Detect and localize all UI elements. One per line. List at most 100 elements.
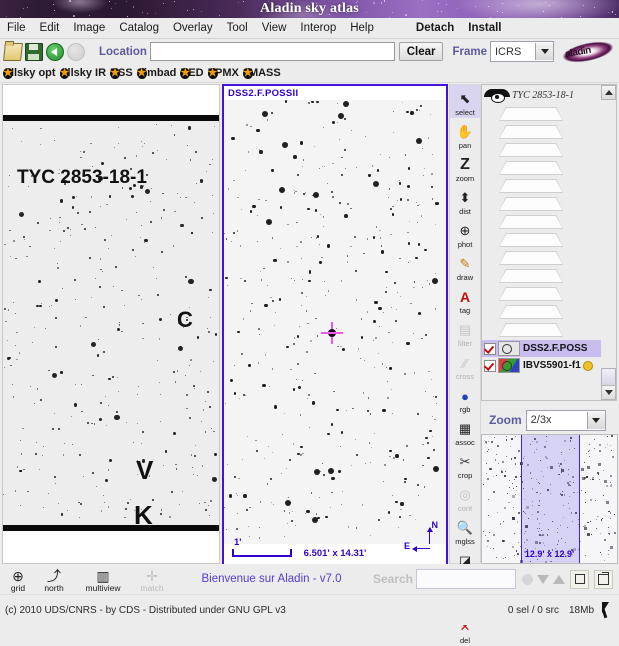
empty-plane-slot[interactable] [490,304,572,321]
layer-visibility-checkbox[interactable] [484,343,496,355]
sky-star [416,138,422,144]
bookmark-2mass[interactable]: ★2MASS [243,67,281,79]
tool-crop[interactable]: ✂crop [450,448,480,481]
sky-star [23,469,24,470]
sky-star [387,397,388,398]
tool-assoc[interactable]: ▦assoc [450,415,480,448]
sky-star [340,346,341,347]
menu-edit[interactable]: Edit [33,19,67,37]
bookmark-dss[interactable]: ★DSS [110,67,133,79]
stack-plane-header[interactable]: TYC 2853-18-1 [482,85,602,105]
sky-star [355,439,356,440]
layer-thumbnail[interactable] [498,358,520,373]
back-icon[interactable] [46,43,64,61]
external-window-button[interactable] [594,570,613,589]
tool-rgb[interactable]: ●rgb [450,382,480,415]
source-marker[interactable] [321,322,343,344]
bottom-button-multiview[interactable]: ▥multiview [72,565,134,593]
tool-draw[interactable]: ✎draw [450,250,480,283]
bookmark-allsky-ir[interactable]: ★Allsky IR [60,67,106,79]
star-icon: ★ [208,68,218,79]
sky-field-center[interactable] [224,100,446,544]
tool-select[interactable]: ⬉select [450,85,480,118]
empty-plane-slot[interactable] [490,250,572,267]
view-panel-left[interactable]: TYC 2853-18-1CVKN [2,84,220,564]
empty-plane-slot[interactable] [490,106,572,123]
bookmark-ppmx[interactable]: ★PPMX [208,67,239,79]
bookmark-allsky-opt[interactable]: ★Allsky opt [3,67,56,79]
tool-mglss[interactable]: 🔍mglss [450,514,480,547]
sky-star [323,474,325,476]
empty-plane-slot[interactable] [490,214,572,231]
forward-icon[interactable] [67,43,85,61]
menu-help[interactable]: Help [343,19,381,37]
sky-star [429,430,431,432]
empty-plane-slot[interactable] [490,268,572,285]
sky-star [20,505,21,506]
empty-plane-slot[interactable] [490,322,572,339]
layer-visibility-checkbox[interactable] [484,360,496,372]
menu-interop[interactable]: Interop [293,19,343,37]
chevron-down-icon[interactable] [587,412,605,429]
empty-plane-slot[interactable] [490,124,572,141]
eye-icon[interactable] [484,89,510,102]
clear-button[interactable]: Clear [399,42,444,61]
search-status-icon[interactable] [522,574,533,585]
bookmark-ned[interactable]: ★NED [180,67,203,79]
arrow-down-icon[interactable] [537,575,549,584]
restore-window-button[interactable] [570,570,589,589]
tool-dist[interactable]: ⬍dist [450,184,480,217]
open-folder-icon[interactable] [3,43,23,61]
bookmark-simbad[interactable]: ★Simbad [137,67,177,79]
zoom-preview-viewport[interactable] [521,435,580,563]
scroll-down-icon[interactable] [601,385,616,400]
scrollbar-thumb[interactable] [601,368,616,386]
menu-install[interactable]: Install [461,19,508,37]
menu-detach[interactable]: Detach [409,19,461,37]
menu-overlay[interactable]: Overlay [166,19,220,37]
view-panel-center[interactable]: DSS2.F.POSSII 1' 6.501' x 14.31' N E [222,84,448,566]
sky-star [193,385,195,387]
menu-catalog[interactable]: Catalog [112,19,166,37]
sky-star [310,340,311,341]
sky-star [422,444,423,445]
menu-tool[interactable]: Tool [220,19,255,37]
bottom-button-north[interactable]: ⤴north [36,565,72,593]
tool-tag[interactable]: Atag [450,283,480,316]
empty-plane-slot[interactable] [490,142,572,159]
zoom-select[interactable]: 2/3x [526,410,606,431]
sky-star [363,253,364,254]
sky-star [34,327,35,328]
empty-plane-slot[interactable] [490,286,572,303]
zoom-preview-panel[interactable]: 12.9' x 12.9' [481,434,618,564]
empty-plane-slot[interactable] [490,160,572,177]
sky-star [101,510,102,511]
search-input[interactable] [416,569,516,589]
sky-star [4,308,5,309]
sky-star [259,527,260,528]
menu-file[interactable]: File [0,19,33,37]
arrow-up-icon[interactable] [553,575,565,584]
scroll-up-icon[interactable] [601,85,616,100]
empty-plane-slot[interactable] [490,196,572,213]
stack-layer-ibvs5901-f1[interactable]: IBVS5901-f1 [482,357,602,374]
tool-zoom[interactable]: Zzoom [450,151,480,184]
menu-image[interactable]: Image [66,19,112,37]
sky-canvas-left[interactable]: TYC 2853-18-1CVKN [3,85,219,563]
tool-phot[interactable]: ⊕phot [450,217,480,250]
stack-scrollbar[interactable] [601,84,617,401]
tool-pan[interactable]: ✋pan [450,118,480,151]
menu-view[interactable]: View [255,19,294,37]
chevron-down-icon[interactable] [535,43,553,60]
layer-thumbnail[interactable] [498,341,520,356]
bottom-button-grid[interactable]: ⊕grid [0,565,36,593]
empty-plane-slot[interactable] [490,178,572,195]
sky-star [292,511,293,512]
empty-plane-slot[interactable] [490,232,572,249]
frame-select[interactable]: ICRS [490,41,554,62]
plane-stack-list[interactable]: TYC 2853-18-1 DSS2.F.POSSIBVS5901-f1 [481,84,603,401]
sky-star [41,303,42,304]
save-icon[interactable] [25,43,43,61]
location-input[interactable] [150,42,395,61]
stack-layer-dss2-f-poss[interactable]: DSS2.F.POSS [482,340,602,357]
